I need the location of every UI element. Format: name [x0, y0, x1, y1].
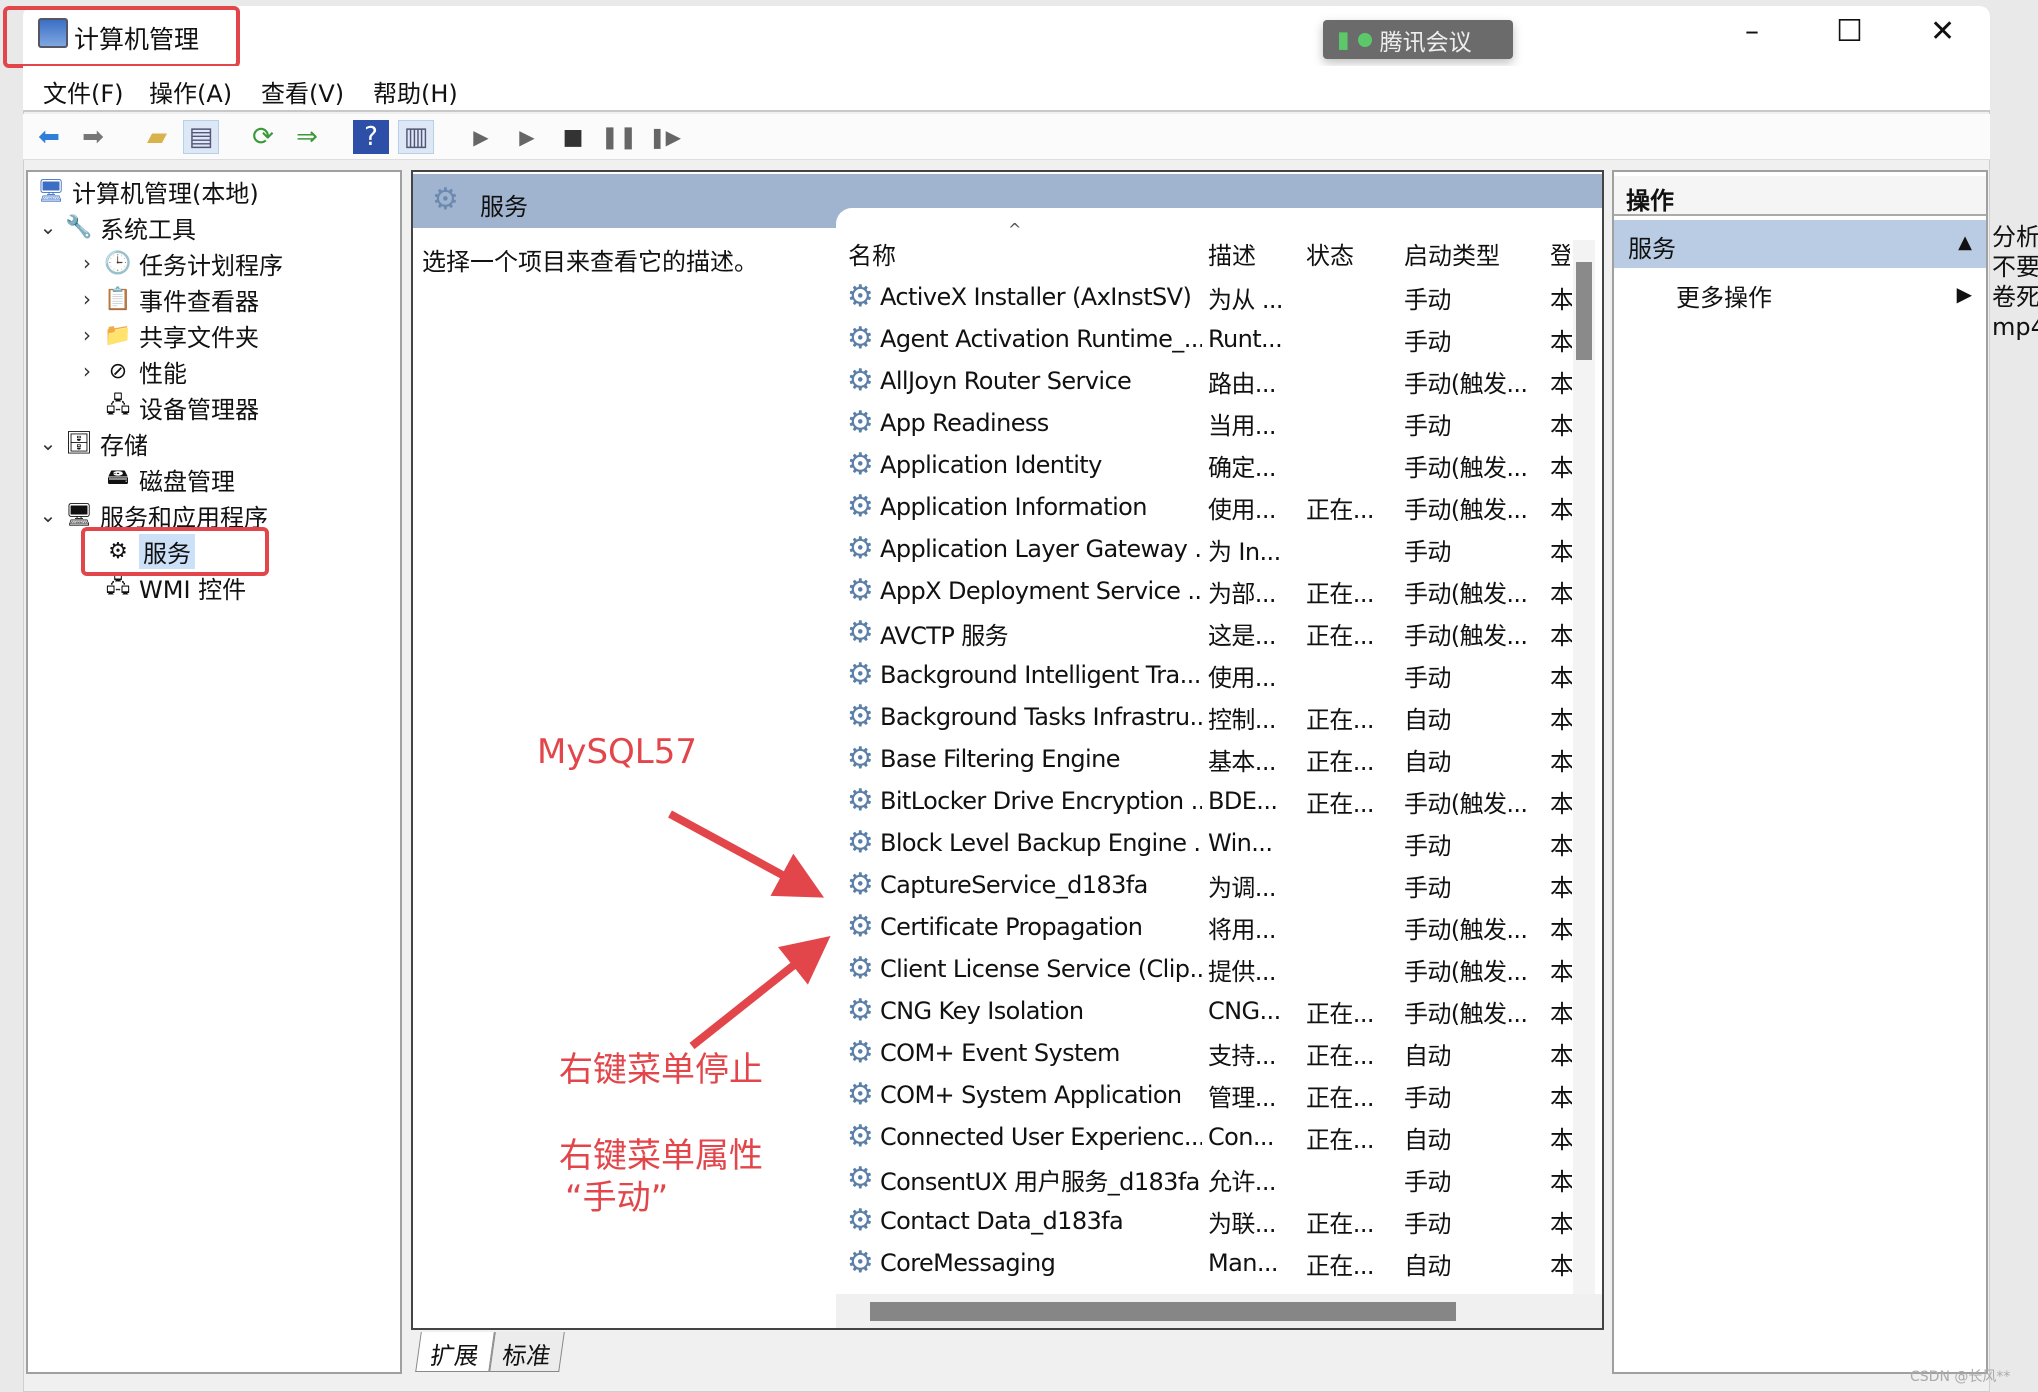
arrow-to-certificate-propagation — [689, 936, 831, 1050]
arrow-to-capture-service — [668, 810, 825, 898]
watermark: CSDN @长风** — [1910, 1369, 2011, 1385]
annotation-arrows — [668, 810, 831, 1050]
